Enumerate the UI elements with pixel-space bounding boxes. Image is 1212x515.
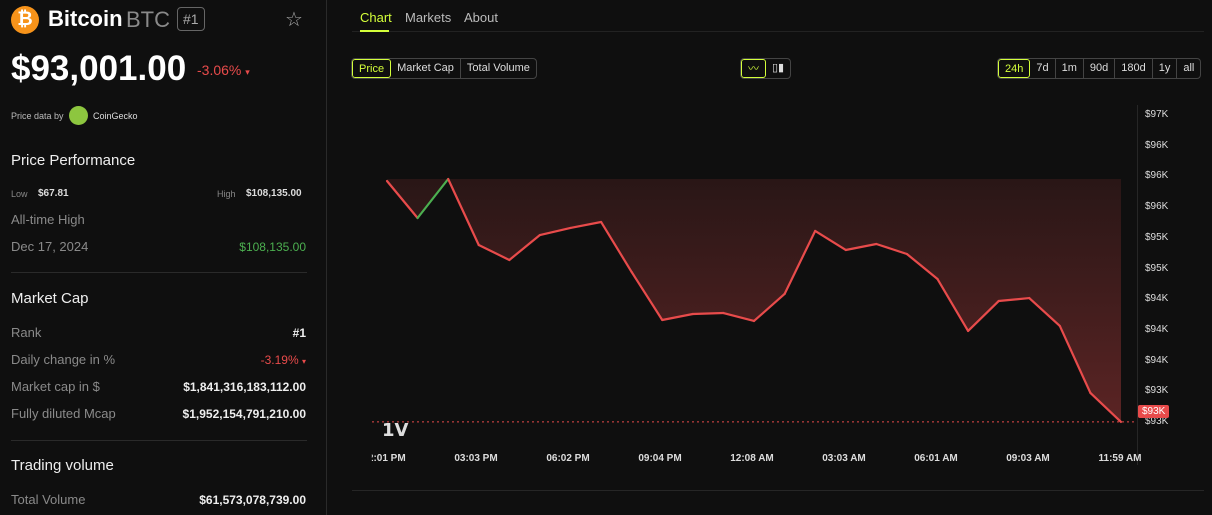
- market-cap-label: Market cap in $: [11, 379, 100, 394]
- ath-label: All-time High: [11, 212, 85, 227]
- market-cap-title: Market Cap: [11, 290, 89, 307]
- down-arrow-icon: ▾: [301, 357, 306, 366]
- chart-bottom-divider: [352, 490, 1204, 491]
- coingecko-link[interactable]: CoinGecko: [93, 111, 138, 121]
- price-line-segment: [691, 311, 725, 316]
- down-arrow-icon: ▾: [245, 67, 250, 77]
- coin-sidebar: ₿ Bitcoin BTC #1 ☆ $93,001.00 -3.06% ▾ P…: [0, 0, 327, 515]
- coin-symbol: BTC: [126, 7, 170, 32]
- low-value: $67.81: [38, 188, 69, 199]
- price-change: -3.06% ▾: [197, 62, 250, 78]
- coin-name: Bitcoin: [48, 6, 123, 31]
- star-icon[interactable]: ☆: [285, 7, 303, 32]
- total-volume-value: $61,573,078,739.00: [199, 493, 306, 507]
- daily-change-text: -3.19%: [260, 353, 299, 367]
- rank-badge: #1: [177, 7, 205, 31]
- market-cap-value: $1,841,316,183,112.00: [183, 380, 306, 394]
- fdv-value: $1,952,154,791,210.00: [182, 407, 306, 421]
- ath-value: $108,135.00: [239, 240, 306, 254]
- current-price: $93,001.00: [11, 49, 187, 88]
- rank-value: #1: [292, 326, 306, 340]
- high-label: High: [217, 189, 236, 199]
- daily-change-value: -3.19% ▾: [261, 353, 306, 367]
- ath-date: Dec 17, 2024: [11, 239, 89, 254]
- low-label: Low: [11, 189, 28, 199]
- current-price-tag: $93K: [1138, 405, 1170, 418]
- price-data-label: Price data by: [11, 111, 64, 121]
- fdv-label: Fully diluted Mcap: [11, 406, 116, 421]
- high-value: $108,135.00: [246, 188, 302, 199]
- bitcoin-icon: ₿: [11, 6, 39, 34]
- divider: [11, 272, 307, 273]
- daily-change-label: Daily change in %: [11, 352, 116, 367]
- price-chart[interactable]: [352, 0, 1212, 515]
- total-volume-label: Total Volume: [11, 492, 86, 507]
- trading-volume-title: Trading volume: [11, 457, 114, 474]
- chart-panel: Chart Markets About Price Market Cap Tot…: [351, 0, 1212, 515]
- divider: [11, 440, 307, 441]
- rank-label: Rank: [11, 325, 42, 340]
- tradingview-logo-icon: 𝟭𝗩: [382, 420, 409, 440]
- coingecko-logo-icon: [69, 106, 88, 125]
- price-performance-title: Price Performance: [11, 152, 136, 169]
- price-change-value: -3.06%: [197, 62, 242, 78]
